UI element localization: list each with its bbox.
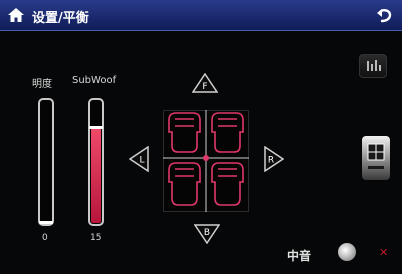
right-arrow-label: R [268, 156, 274, 166]
title-bar: 设置/平衡 [0, 0, 402, 31]
brightness-label: 明度 [32, 79, 52, 90]
left-arrow-label: L [139, 156, 144, 166]
subwoofer-slider-knob[interactable] [89, 126, 103, 129]
front-arrow-button[interactable]: F [192, 73, 218, 93]
center-label: 中音 [287, 249, 312, 263]
page-title: 设置/平衡 [32, 11, 89, 26]
equalizer-button[interactable] [359, 54, 387, 78]
subwoofer-label: SubWoof [72, 75, 117, 86]
subwoofer-slider-fill [91, 127, 101, 223]
brightness-slider-knob[interactable] [39, 221, 53, 224]
equalizer-icon [367, 60, 381, 71]
back-arrow-icon[interactable] [376, 6, 394, 24]
grid-icon [367, 143, 385, 169]
balance-focus-point[interactable] [203, 155, 209, 161]
disc-knob-icon[interactable] [338, 243, 356, 261]
rear-arrow-label: B [204, 228, 210, 238]
right-arrow-button[interactable]: R [264, 146, 284, 172]
front-arrow-label: F [202, 82, 207, 92]
subwoofer-value: 15 [90, 233, 102, 243]
grid-view-button[interactable] [362, 136, 390, 180]
close-icon[interactable]: ✕ [379, 246, 388, 259]
seat-balance-map[interactable] [163, 110, 249, 212]
home-icon[interactable] [7, 6, 25, 24]
balance-settings-screen: 设置/平衡 明度 0 SubWoof 15 F L R B 中音 ✕ [0, 0, 402, 274]
brightness-slider[interactable] [38, 98, 54, 226]
left-arrow-button[interactable]: L [129, 146, 149, 172]
rear-arrow-button[interactable]: B [194, 224, 220, 244]
subwoofer-slider[interactable] [88, 98, 104, 226]
brightness-value: 0 [42, 233, 48, 243]
